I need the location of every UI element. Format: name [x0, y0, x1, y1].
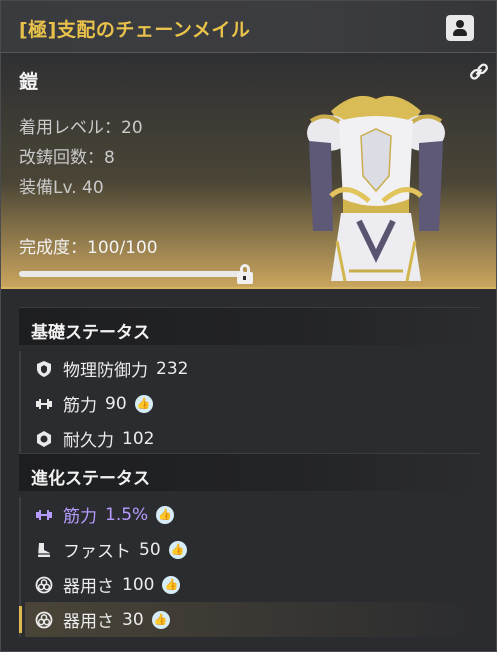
stat-value: 1.5%	[105, 504, 149, 525]
item-category: 鎧	[19, 71, 39, 93]
dumbbell-icon	[36, 398, 52, 409]
section-title: 進化ステータス	[19, 453, 481, 491]
stat-label: 筋力	[63, 396, 97, 416]
stat-label: 器用さ	[63, 577, 114, 597]
stat-value: 102	[122, 428, 155, 449]
stat-row-fast: ファスト 50 👍	[25, 532, 481, 567]
stat-value: 50	[139, 539, 161, 560]
stat-value: 90	[105, 393, 127, 414]
evolution-status-list: 筋力 1.5% 👍 ファスト 50 👍 器用さ 100 👍 器用さ 30 👍	[19, 497, 481, 637]
dexterity-icon	[35, 576, 53, 593]
thumbs-up-icon[interactable]: 👍	[156, 505, 175, 524]
profile-button[interactable]	[446, 15, 474, 41]
basic-status-section: 基礎ステータス 物理防御力 232 筋力 90 👍 耐久力 102	[19, 307, 481, 456]
completion-text: 完成度：100/100	[19, 238, 158, 258]
item-title: [極]支配のチェーンメイル	[19, 19, 251, 41]
stat-label: 筋力	[63, 507, 97, 527]
durability-icon	[37, 430, 51, 447]
reforge-count: 改鋳回数：8	[19, 148, 115, 168]
person-icon-body	[453, 29, 467, 36]
stat-label: 物理防御力	[63, 361, 148, 381]
thumbs-up-icon[interactable]: 👍	[134, 394, 153, 413]
stat-value: 100	[122, 574, 155, 595]
armor-image	[307, 95, 445, 282]
evolution-status-section: 進化ステータス 筋力 1.5% 👍 ファスト 50 👍 器用さ 100 👍 器用…	[19, 453, 481, 637]
stat-value: 30	[122, 609, 144, 630]
item-card: 鎧 着用レベル：20 改鋳回数：8 装備Lv. 40 完成度：100/100	[1, 53, 496, 289]
item-header: [極]支配のチェーンメイル	[1, 1, 496, 53]
wear-level: 着用レベル：20	[19, 118, 143, 138]
stat-row-strength: 筋力 90 👍	[25, 386, 481, 421]
thumbs-up-icon[interactable]: 👍	[162, 575, 181, 594]
stat-row-dexterity: 器用さ 100 👍	[25, 567, 481, 602]
completion-progress-bar	[19, 271, 245, 277]
stat-row-dexterity-selected[interactable]: 器用さ 30 👍	[19, 602, 481, 637]
shield-icon	[37, 360, 51, 377]
stat-value: 232	[156, 358, 189, 379]
thumbs-up-icon[interactable]: 👍	[168, 540, 187, 559]
thumbs-up-icon[interactable]: 👍	[151, 610, 170, 629]
dexterity-icon	[35, 611, 53, 628]
link-icon[interactable]	[468, 61, 490, 83]
dumbbell-icon	[36, 509, 52, 520]
lock-icon[interactable]	[236, 264, 254, 284]
boot-icon	[38, 542, 50, 557]
stat-row-physical-defense: 物理防御力 232	[25, 351, 481, 386]
stat-label: ファスト	[63, 542, 131, 562]
stat-label: 器用さ	[63, 612, 114, 632]
person-icon	[456, 20, 464, 28]
item-detail-panel: [極]支配のチェーンメイル 鎧 着用レベル：20 改鋳回数：8 装備Lv. 40…	[0, 0, 497, 652]
stat-row-strength-percent: 筋力 1.5% 👍	[25, 497, 481, 532]
basic-status-list: 物理防御力 232 筋力 90 👍 耐久力 102	[19, 351, 481, 456]
equipment-level: 装備Lv. 40	[19, 178, 104, 198]
stat-label: 耐久力	[63, 431, 114, 451]
stat-row-durability: 耐久力 102	[25, 421, 481, 456]
section-title: 基礎ステータス	[19, 307, 481, 345]
lock-keyhole	[243, 276, 246, 280]
